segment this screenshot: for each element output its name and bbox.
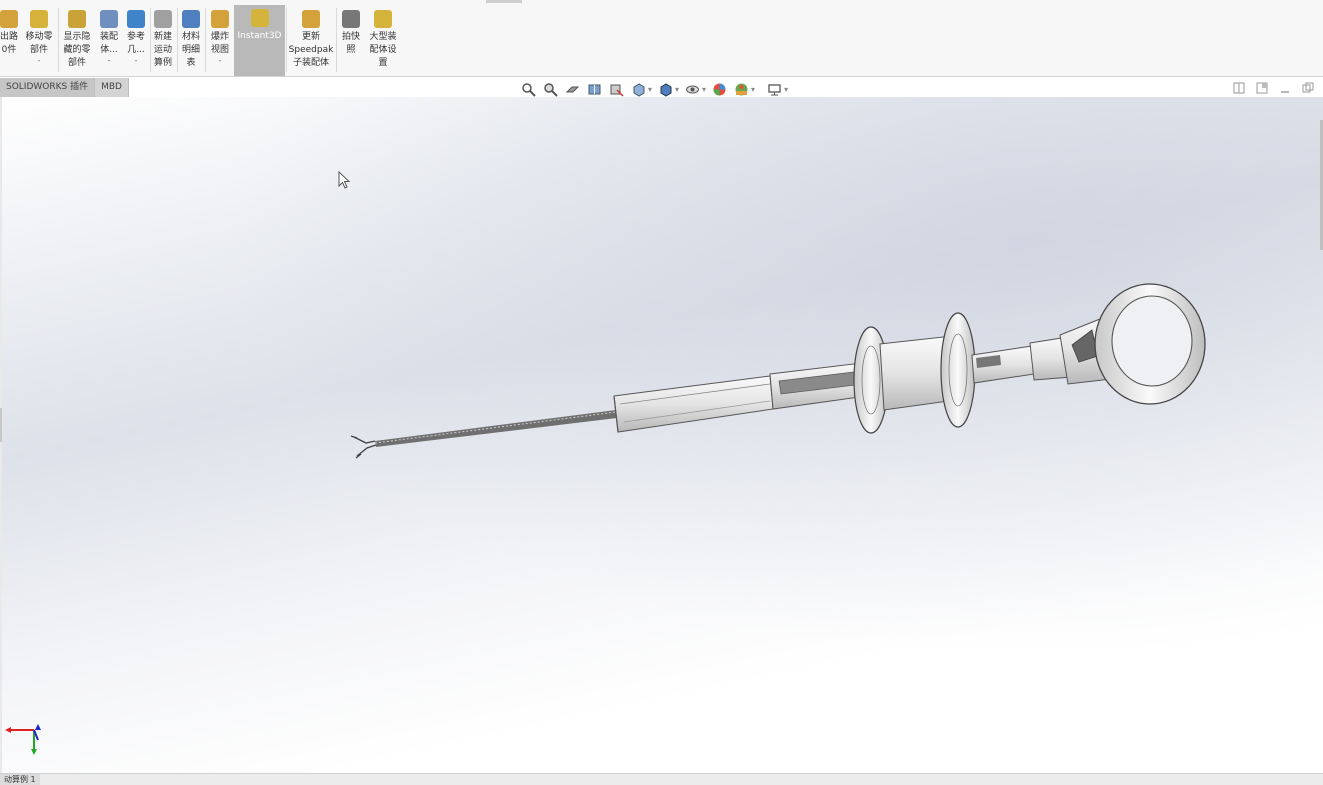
maximize-icon[interactable]	[1301, 82, 1314, 95]
assembly-feature-icon	[100, 10, 118, 28]
viewport-background-shade	[0, 97, 1323, 773]
zoom-to-fit-icon[interactable]	[520, 81, 537, 98]
ribbon-button-label: 显示隐 藏的零 部件	[63, 32, 91, 68]
view-settings-icon[interactable]	[766, 81, 783, 98]
display-style-icon[interactable]	[657, 81, 674, 98]
ribbon-button-label: Instant3D	[237, 31, 282, 41]
chevron-down-icon[interactable]: ▾	[784, 85, 788, 94]
ribbon-button-label: 移动零 部件	[25, 32, 53, 55]
previous-view-icon[interactable]	[564, 81, 581, 98]
ribbon-button-new-motion-study[interactable]: 新建 运动 算例	[151, 6, 175, 74]
ribbon-button-instant3d[interactable]: Instant3D	[234, 5, 285, 76]
ribbon-button-bill-of-materials[interactable]: 材料 明细 表	[179, 6, 203, 74]
view-orientation-icon[interactable]	[630, 81, 647, 98]
command-manager-tabs: SOLIDWORKS 插件 MBD	[0, 78, 129, 97]
chevron-down-icon[interactable]: ▾	[751, 85, 755, 94]
snapshot-icon	[342, 10, 360, 28]
motion-study-tabbar: 动算例 1	[0, 773, 1323, 785]
ribbon-button-label: 更新 Speedpak 子装配体	[288, 32, 334, 68]
tile-icon[interactable]	[1232, 82, 1245, 95]
minimize-icon[interactable]	[1278, 82, 1291, 95]
ribbon-button-assembly-features[interactable]: 装配 体... -	[97, 6, 121, 74]
motion-study-icon	[154, 10, 172, 28]
dropdown-caret[interactable]: -	[135, 57, 138, 65]
ribbon-button-move-component[interactable]: 移动零 部件 -	[22, 6, 56, 74]
ribbon-button-take-snapshot[interactable]: 拍快 照	[338, 6, 364, 74]
ribbon-separator	[205, 8, 206, 72]
dropdown-caret[interactable]: -	[38, 57, 41, 65]
apply-scene-icon[interactable]	[733, 81, 750, 98]
ribbon-button-large-assembly-settings[interactable]: 大型装 配体设 置	[366, 6, 400, 74]
tab-motion-study[interactable]: 动算例 1	[0, 774, 40, 785]
ribbon-button-insert-components[interactable]: 出路 0件	[0, 6, 18, 74]
ribbon-separator	[58, 8, 59, 72]
section-view-icon[interactable]	[586, 81, 603, 98]
large-assembly-icon	[374, 10, 392, 28]
dynamic-annotation-icon[interactable]	[608, 81, 625, 98]
ribbon-button-label: 材料 明细 表	[181, 32, 200, 68]
edit-appearance-icon[interactable]	[711, 81, 728, 98]
zoom-area-icon[interactable]	[542, 81, 559, 98]
command-manager-ribbon: 出路 0件 移动零 部件 - 显示隐 藏的零 部件 装配 体... - 参考 几…	[0, 0, 1323, 77]
move-component-icon	[30, 10, 48, 28]
ribbon-separator	[177, 8, 178, 72]
ribbon-button-label: 新建 运动 算例	[153, 32, 172, 68]
ribbon-button-label: 装配 体...	[99, 32, 118, 55]
exploded-view-icon	[211, 10, 229, 28]
coordinate-triad-icon	[5, 724, 41, 755]
ribbon-button-show-hidden[interactable]: 显示隐 藏的零 部件	[60, 6, 94, 74]
chevron-down-icon[interactable]: ▾	[648, 85, 652, 94]
ribbon-button-label: 参考 几...	[126, 32, 145, 55]
chevron-down-icon[interactable]: ▾	[702, 85, 706, 94]
chevron-down-icon[interactable]: ▾	[675, 85, 679, 94]
instant3d-icon	[250, 9, 269, 27]
reference-geometry-icon	[127, 10, 145, 28]
restore-icon[interactable]	[1255, 82, 1268, 95]
ribbon-button-label: 大型装 配体设 置	[369, 32, 397, 68]
bom-icon	[182, 10, 200, 28]
viewport-window-controls	[1232, 82, 1314, 95]
ribbon-collapse-handle[interactable]	[486, 0, 522, 3]
hide-show-icon[interactable]	[684, 81, 701, 98]
ribbon-button-label: 出路 0件	[0, 32, 18, 55]
ribbon-button-label: 拍快 照	[341, 32, 360, 55]
mouse-cursor-icon	[338, 171, 351, 189]
dropdown-caret[interactable]: -	[219, 57, 222, 65]
feature-tree-flyout-handle[interactable]	[0, 408, 2, 442]
assembly-icon	[0, 10, 18, 28]
ribbon-button-update-speedpak[interactable]: 更新 Speedpak 子装配体	[287, 6, 335, 74]
tab-solidworks-addins[interactable]: SOLIDWORKS 插件	[0, 78, 96, 97]
tab-mbd[interactable]: MBD	[95, 78, 129, 97]
show-hidden-icon	[68, 10, 86, 28]
dropdown-caret[interactable]: -	[108, 57, 111, 65]
ribbon-button-reference-geometry[interactable]: 参考 几... -	[124, 6, 148, 74]
ribbon-button-exploded-view[interactable]: 爆炸 视图 -	[207, 6, 233, 74]
heads-up-view-toolbar: ▾ ▾ ▾ ▾ ▾	[520, 80, 788, 98]
ribbon-button-label: 爆炸 视图	[210, 32, 229, 55]
ribbon-separator	[336, 8, 337, 72]
speedpak-icon	[302, 10, 320, 28]
